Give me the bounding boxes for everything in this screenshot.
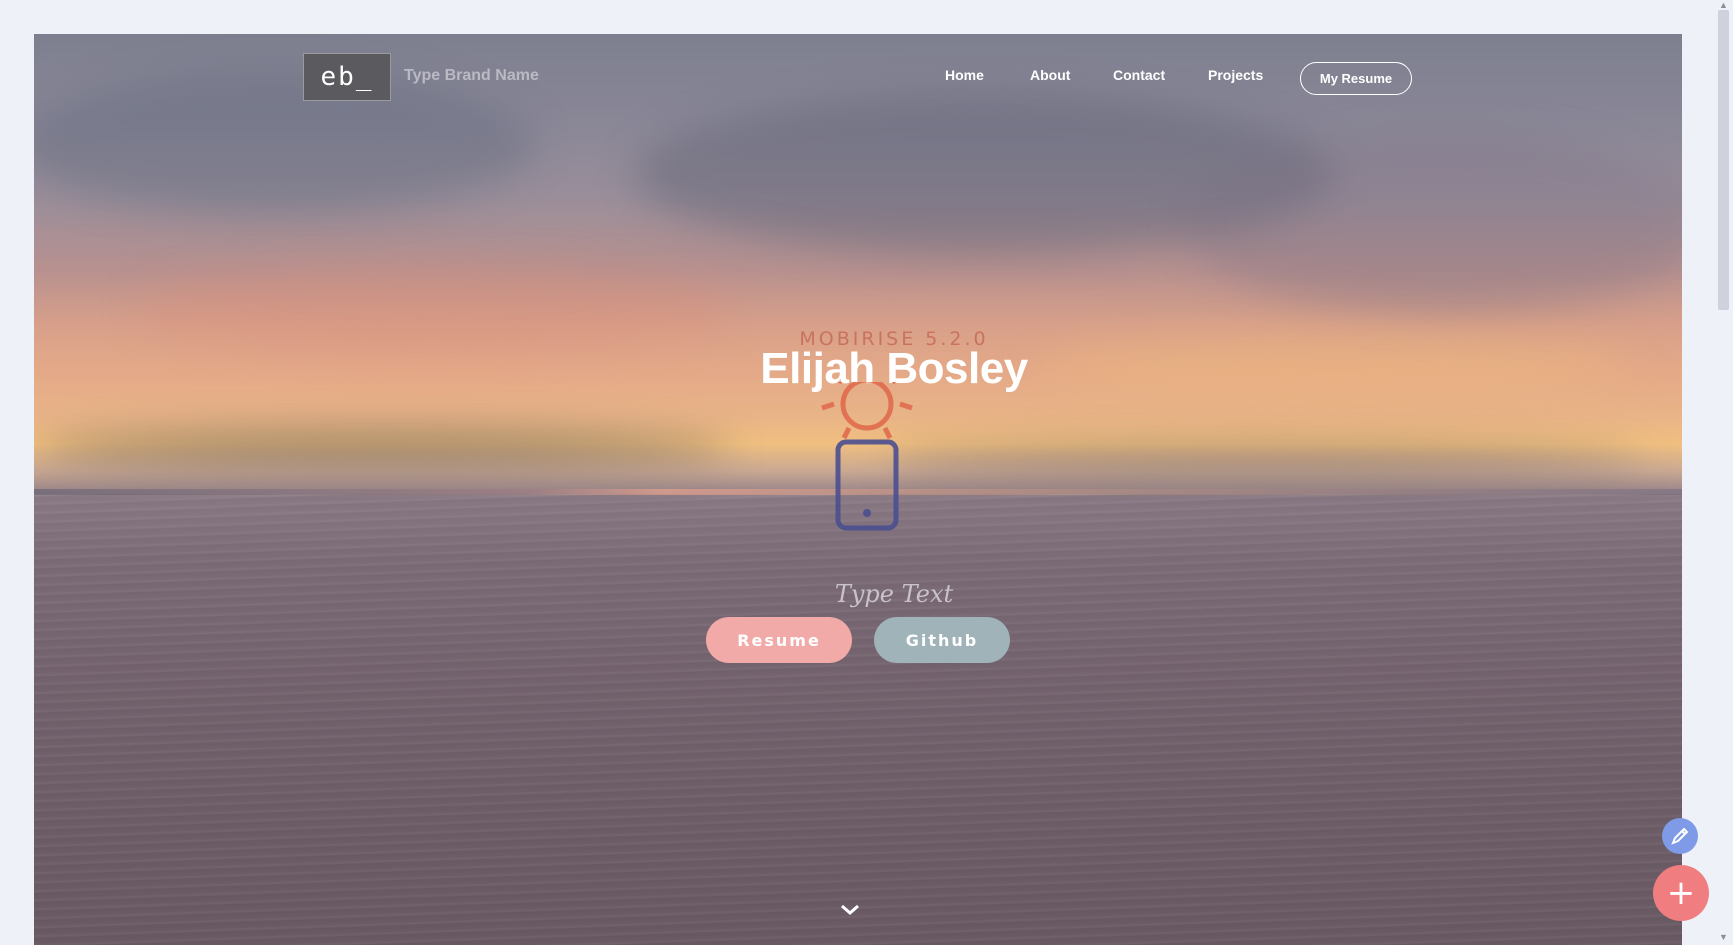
scrollbar-thumb[interactable] [1718,10,1729,310]
nav-home[interactable]: Home [945,67,984,83]
phone-icon [835,439,899,531]
cloud [884,444,1644,478]
add-button[interactable]: + [1653,865,1709,921]
hero-graphic [821,382,913,531]
sun-icon [821,382,913,440]
hero-background: eb_ Type Brand Name Home About Contact P… [34,34,1682,945]
github-button[interactable]: Github [874,617,1010,663]
nav-about[interactable]: About [1030,67,1070,83]
nav-contact[interactable]: Contact [1113,67,1165,83]
scroll-up-arrow-icon[interactable]: ▲ [1717,0,1730,10]
cloud [134,264,734,354]
pencil-icon [1671,827,1689,845]
cloud [34,74,534,214]
scroll-down-arrow-icon[interactable]: ▼ [1717,932,1730,942]
hero-subtitle: Type Text [834,580,954,608]
my-resume-button[interactable]: My Resume [1300,62,1412,95]
plus-icon: + [1666,873,1696,913]
chevron-down-icon[interactable] [839,902,861,916]
resume-button[interactable]: Resume [706,617,852,663]
nav-projects[interactable]: Projects [1208,67,1263,83]
cloud [1034,334,1634,394]
edit-button[interactable] [1662,818,1698,854]
cloud [1184,134,1682,314]
logo[interactable]: eb_ [303,53,391,101]
cloud [34,429,734,469]
brand-name[interactable]: Type Brand Name [404,67,539,85]
